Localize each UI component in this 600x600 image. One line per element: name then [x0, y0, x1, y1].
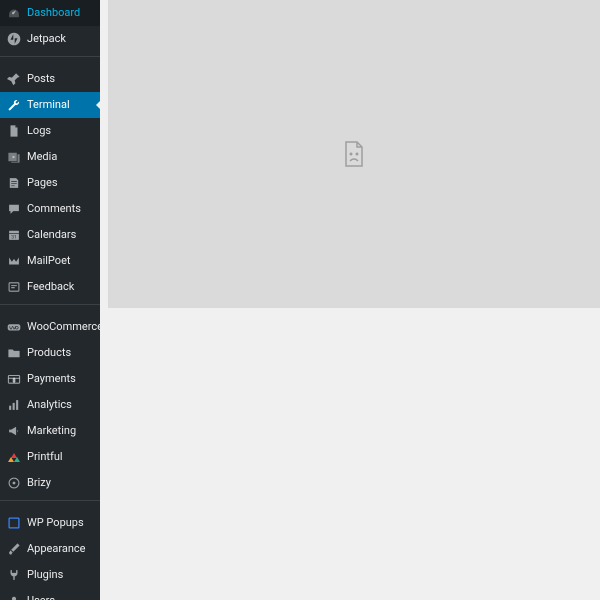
plugin-icon	[7, 568, 21, 582]
pin-icon	[7, 72, 21, 86]
sidebar-item-label: Brizy	[27, 476, 51, 489]
feedback-icon	[7, 280, 21, 294]
sidebar-item-label: Calendars	[27, 228, 76, 241]
sidebar-item-label: Media	[27, 150, 57, 163]
content-placeholder	[108, 0, 600, 308]
sidebar-item-label: Products	[27, 346, 71, 359]
sidebar-separator	[0, 304, 100, 310]
sidebar-item-label: Terminal	[27, 98, 70, 111]
dashboard-icon	[7, 6, 21, 20]
wrench-icon	[7, 98, 21, 112]
folder-icon	[7, 346, 21, 360]
sidebar-item-posts[interactable]: Posts	[0, 66, 100, 92]
sidebar-item-printful[interactable]: Printful	[0, 444, 100, 470]
sidebar-item-terminal[interactable]: Terminal	[0, 92, 100, 118]
mailpoet-icon	[7, 254, 21, 268]
analytics-icon	[7, 398, 21, 412]
admin-sidebar: Dashboard Jetpack Posts Terminal Logs Media Pa…	[0, 0, 100, 600]
sidebar-item-jetpack[interactable]: Jetpack	[0, 26, 100, 52]
megaphone-icon	[7, 424, 21, 438]
sidebar-item-logs[interactable]: Logs	[0, 118, 100, 144]
printful-icon	[7, 450, 21, 464]
sidebar-item-label: Comments	[27, 202, 81, 215]
sidebar-item-label: Pages	[27, 176, 58, 189]
brush-icon	[7, 542, 21, 556]
sidebar-item-dashboard[interactable]: Dashboard	[0, 0, 100, 26]
broken-page-icon	[342, 140, 366, 168]
sidebar-item-label: Appearance	[27, 542, 86, 555]
sidebar-item-label: Marketing	[27, 424, 76, 437]
sidebar-item-plugins[interactable]: Plugins	[0, 562, 100, 588]
sidebar-item-label: Plugins	[27, 568, 63, 581]
sidebar-item-label: Posts	[27, 72, 55, 85]
sidebar-item-feedback[interactable]: Feedback	[0, 274, 100, 300]
sidebar-item-pages[interactable]: Pages	[0, 170, 100, 196]
svg-text:31: 31	[11, 235, 17, 241]
pages-icon	[7, 176, 21, 190]
sidebar-item-calendars[interactable]: 31 Calendars	[0, 222, 100, 248]
payments-icon: $	[7, 372, 21, 386]
sidebar-item-brizy[interactable]: Brizy	[0, 470, 100, 496]
document-icon	[7, 124, 21, 138]
sidebar-item-label: Analytics	[27, 398, 72, 411]
sidebar-item-users[interactable]: Users	[0, 588, 100, 600]
calendar-icon: 31	[7, 228, 21, 242]
sidebar-item-wp-popups[interactable]: WP Popups	[0, 510, 100, 536]
sidebar-item-products[interactable]: Products	[0, 340, 100, 366]
main-content	[100, 0, 600, 600]
sidebar-item-woocommerce[interactable]: WooCommerce	[0, 314, 100, 340]
sidebar-item-label: Jetpack	[27, 32, 66, 45]
sidebar-item-payments[interactable]: $ Payments	[0, 366, 100, 392]
comment-icon	[7, 202, 21, 216]
sidebar-item-media[interactable]: Media	[0, 144, 100, 170]
sidebar-item-label: Feedback	[27, 280, 74, 293]
sidebar-item-label: Payments	[27, 372, 76, 385]
sidebar-item-label: WooCommerce	[27, 320, 100, 333]
popup-icon	[7, 516, 21, 530]
sidebar-item-analytics[interactable]: Analytics	[0, 392, 100, 418]
sidebar-item-marketing[interactable]: Marketing	[0, 418, 100, 444]
brizy-icon	[7, 476, 21, 490]
sidebar-item-appearance[interactable]: Appearance	[0, 536, 100, 562]
sidebar-item-mailpoet[interactable]: MailPoet	[0, 248, 100, 274]
sidebar-item-label: Users	[27, 594, 55, 600]
users-icon	[7, 594, 21, 600]
sidebar-separator	[0, 500, 100, 506]
sidebar-item-label: MailPoet	[27, 254, 71, 267]
sidebar-item-label: Dashboard	[27, 6, 80, 19]
sidebar-item-label: WP Popups	[27, 516, 84, 529]
sidebar-item-comments[interactable]: Comments	[0, 196, 100, 222]
jetpack-icon	[7, 32, 21, 46]
sidebar-item-label: Printful	[27, 450, 63, 463]
media-icon	[7, 150, 21, 164]
woo-icon	[7, 320, 21, 334]
sidebar-separator	[0, 56, 100, 62]
sidebar-item-label: Logs	[27, 124, 51, 137]
